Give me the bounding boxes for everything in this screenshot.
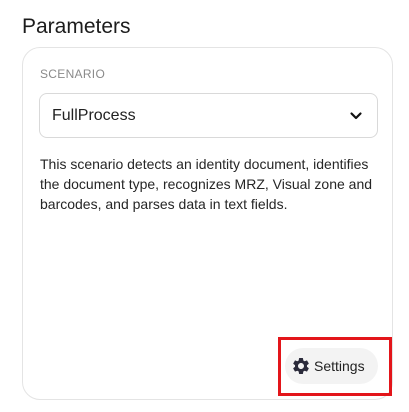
parameters-card: SCENARIO FullProcess This scenario detec… — [22, 47, 393, 400]
settings-button-label: Settings — [314, 358, 365, 374]
gear-icon — [293, 358, 309, 374]
page: Parameters SCENARIO FullProcess This sce… — [0, 0, 409, 412]
scenario-select-value: FullProcess — [52, 107, 136, 124]
chevron-down-icon — [350, 112, 362, 120]
scenario-select[interactable]: FullProcess — [39, 93, 378, 138]
scenario-label: SCENARIO — [40, 67, 106, 81]
scenario-description: This scenario detects an identity docume… — [40, 156, 373, 212]
section-title: Parameters — [22, 15, 131, 38]
settings-button[interactable]: Settings — [285, 348, 378, 384]
